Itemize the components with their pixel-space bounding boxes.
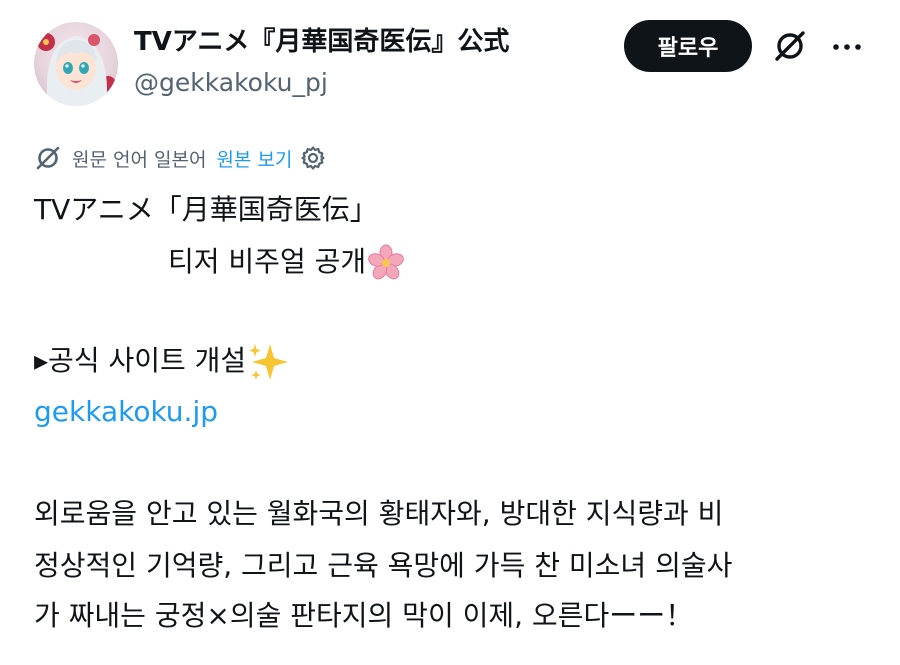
post-header: TVアニメ『月華国奇医伝』公式 @gekkakoku_pj 팔로우 <box>0 0 900 120</box>
teaser-text: 티저 비주얼 공개 <box>168 245 367 278</box>
post-line-site: ▸공식 사이트 개설 <box>34 340 290 384</box>
more-options-icon[interactable] <box>830 30 864 64</box>
post-paragraph-line-2: 정상적인 기억량, 그리고 근육 욕망에 가득 찬 미소녀 의술사 <box>34 549 733 582</box>
follow-button[interactable]: 팔로우 <box>624 20 752 72</box>
show-original-link[interactable]: 원본 보기 <box>216 145 292 172</box>
site-text: ▸공식 사이트 개설 <box>34 344 247 377</box>
account-handle[interactable]: @gekkakoku_pj <box>134 66 328 100</box>
post-paragraph-line-1: 외로움을 안고 있는 월화국의 황태자와, 방대한 지식량과 비 <box>34 497 724 530</box>
post-paragraph-line-3: 가 짜내는 궁정×의술 판타지의 막이 이제, 오른다ーー！ <box>34 599 694 632</box>
website-link[interactable]: gekkakoku.jp <box>34 392 218 432</box>
anime-character-avatar-icon <box>37 33 116 106</box>
sparkles-icon <box>249 344 289 380</box>
post-line-title: TVアニメ「月華国奇医伝」 <box>34 193 378 226</box>
display-name[interactable]: TVアニメ『月華国奇医伝』公式 <box>134 24 509 60</box>
gear-icon[interactable] <box>300 145 326 171</box>
post-line-teaser: 티저 비주얼 공개 <box>168 242 406 283</box>
avatar[interactable] <box>34 22 118 106</box>
grok-icon <box>36 146 60 170</box>
cherry-blossom-icon <box>368 244 404 280</box>
translation-bar: 원문 언어 일본어 원본 보기 <box>34 140 326 176</box>
grok-icon[interactable] <box>772 28 808 64</box>
translation-note: 원문 언어 일본어 <box>72 148 207 171</box>
